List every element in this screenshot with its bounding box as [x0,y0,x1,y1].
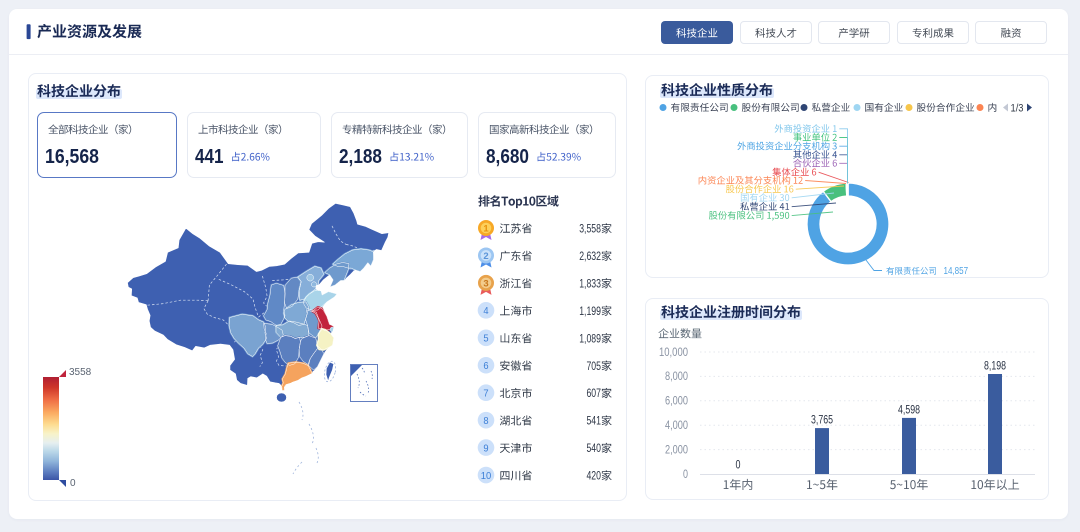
svg-text:8,680: 8,680 [486,145,529,168]
svg-text:540: 540 [586,443,601,455]
svg-text:607: 607 [586,388,601,400]
svg-text:6,000: 6,000 [665,394,688,408]
svg-text:5: 5 [483,333,488,345]
svg-text:1,833: 1,833 [579,278,601,290]
svg-text:4,598: 4,598 [898,402,920,416]
svg-text:9: 9 [483,442,488,454]
svg-text:6: 6 [483,360,488,372]
svg-text:2,000: 2,000 [665,442,688,456]
svg-text:0: 0 [683,467,688,481]
svg-text:3558: 3558 [69,367,92,378]
svg-text:14,857: 14,857 [944,265,969,277]
svg-text:8,198: 8,198 [984,358,1006,372]
svg-text:0: 0 [70,478,76,489]
svg-text:16,568: 16,568 [45,145,99,168]
svg-text:3: 3 [483,278,488,289]
svg-text:0: 0 [736,458,741,472]
svg-text:441: 441 [195,145,224,168]
svg-text:1,089: 1,089 [579,333,601,345]
svg-text:7: 7 [483,387,488,399]
svg-text:2,632: 2,632 [579,251,601,263]
svg-text:705: 705 [586,361,601,373]
svg-text:10,000: 10,000 [659,345,688,359]
svg-text:4: 4 [483,305,488,317]
svg-text:541: 541 [586,416,601,428]
svg-text:420: 420 [586,471,601,483]
svg-text:10: 10 [481,470,492,482]
svg-text:3,765: 3,765 [811,413,833,427]
svg-text:8: 8 [483,415,488,427]
svg-text:1,199: 1,199 [579,306,601,318]
svg-text:1: 1 [483,223,489,234]
svg-text:3,558: 3,558 [579,224,601,236]
svg-text:4,000: 4,000 [665,418,688,432]
svg-text:2: 2 [483,251,488,262]
svg-text:2,188: 2,188 [339,145,382,168]
svg-text:8,000: 8,000 [665,369,688,383]
svg-text:1/3: 1/3 [1011,103,1024,115]
